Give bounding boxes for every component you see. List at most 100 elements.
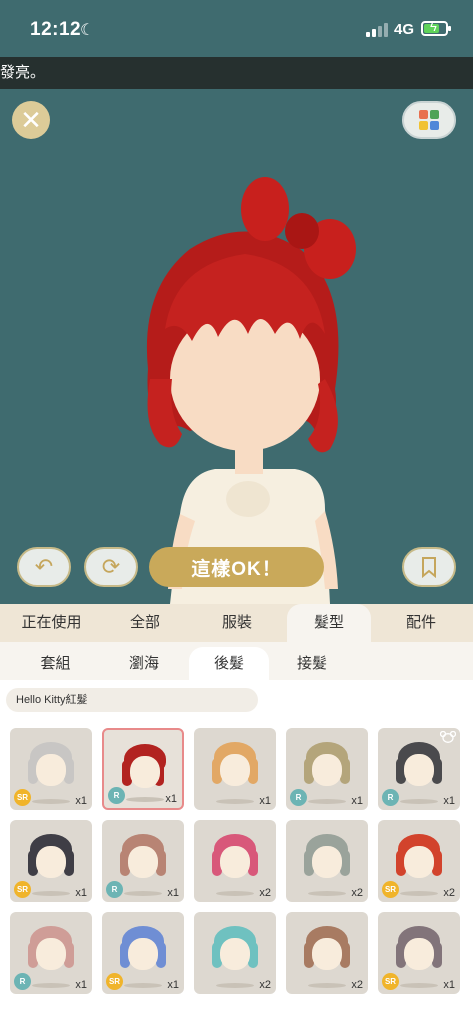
rarity-badge: R (290, 789, 307, 806)
mannequin-face (128, 846, 158, 878)
hair-item-card[interactable]: x2 (194, 820, 276, 902)
rarity-badge: R (108, 787, 125, 804)
close-button[interactable]: ✕ (12, 101, 50, 139)
item-quantity: x1 (75, 887, 87, 899)
item-quantity: x1 (75, 795, 87, 807)
hair-item-card[interactable]: SR x1 (102, 912, 184, 994)
bookmark-icon (422, 557, 436, 578)
tab-clothing[interactable]: 服裝 (191, 604, 283, 642)
network-type: 4G (394, 21, 415, 38)
avatar-bow-left (241, 177, 289, 241)
avatar-stage: ✕ ↶ ⟳ 這樣OK！ (0, 89, 473, 604)
hair-subtabs: 套組 瀏海 後髮 接髮 (0, 642, 473, 680)
banner-text: 發亮。 (0, 64, 46, 81)
mannequin-face (312, 938, 342, 970)
hair-item-card[interactable]: x2 (286, 912, 368, 994)
hair-item-card[interactable]: SR x2 (378, 820, 460, 902)
mannequin-face (312, 754, 342, 786)
mannequin-face (404, 754, 434, 786)
item-shadow (400, 983, 438, 988)
item-quantity: x1 (167, 979, 179, 991)
item-shadow (216, 799, 254, 804)
moon-icon: ☾ (80, 22, 95, 39)
item-shadow (308, 891, 346, 896)
hair-item-card[interactable]: x1 (194, 728, 276, 810)
rarity-badge: R (14, 973, 31, 990)
rarity-badge: SR (106, 973, 123, 990)
refresh-button[interactable]: ⟳ (84, 547, 138, 587)
tab-accessories[interactable]: 配件 (375, 604, 467, 642)
bear-icon (440, 731, 456, 743)
hair-item-card[interactable]: Rx1 (10, 912, 92, 994)
item-shadow (216, 983, 254, 988)
mannequin-face (220, 938, 250, 970)
rarity-badge: R (106, 881, 123, 898)
hair-item-card[interactable]: Rx1 (286, 728, 368, 810)
tab-in-use[interactable]: 正在使用 (4, 604, 99, 642)
palette-icon (419, 110, 439, 130)
hair-item-card[interactable]: Rx1 (378, 728, 460, 810)
hair-item-card[interactable]: SR x1 (10, 728, 92, 810)
avatar-bow-knot (285, 213, 319, 249)
hair-item-card[interactable]: SR x1 (378, 912, 460, 994)
tab-back-hair[interactable]: 後髮 (189, 647, 269, 680)
rarity-badge: R (382, 789, 399, 806)
item-quantity: x1 (259, 795, 271, 807)
item-shadow (126, 797, 164, 802)
avatar-figure (146, 177, 356, 604)
undo-button[interactable]: ↶ (17, 547, 71, 587)
battery-icon: ϟ (421, 19, 451, 36)
mannequin-face (36, 938, 66, 970)
category-tabs: 正在使用 全部 服裝 髮型 配件 (0, 604, 473, 642)
undo-icon: ↶ (34, 554, 54, 579)
rarity-badge: SR (382, 881, 399, 898)
hair-item-card[interactable]: Rx1 (102, 820, 184, 902)
bookmark-button[interactable] (402, 547, 456, 587)
hair-item-card[interactable]: SR x1 (10, 820, 92, 902)
tab-all[interactable]: 全部 (99, 604, 191, 642)
hair-item-card[interactable]: Rx1 (102, 728, 184, 810)
item-quantity: x2 (351, 887, 363, 899)
refresh-icon: ⟳ (101, 554, 121, 579)
item-quantity: x2 (259, 979, 271, 991)
confirm-button[interactable]: 這樣OK！ (149, 547, 324, 587)
item-quantity: x2 (443, 887, 455, 899)
tab-bangs[interactable]: 瀏海 (103, 647, 185, 680)
item-quantity: x2 (351, 979, 363, 991)
item-shadow (216, 891, 254, 896)
tab-hair-set[interactable]: 套組 (18, 647, 93, 680)
close-icon: ✕ (20, 104, 42, 135)
item-quantity: x2 (259, 887, 271, 899)
selected-item-name: Hello Kitty紅髮 (6, 688, 258, 712)
mannequin-face (36, 754, 66, 786)
mannequin-face (36, 846, 66, 878)
tab-hairstyle[interactable]: 髮型 (287, 604, 371, 642)
rarity-badge: SR (14, 881, 31, 898)
mannequin-face (220, 754, 250, 786)
item-quantity: x1 (443, 795, 455, 807)
item-shadow (32, 799, 70, 804)
item-shadow (308, 799, 346, 804)
status-bar: 12:12 ☾ 4G ϟ (0, 0, 473, 57)
color-palette-button[interactable] (402, 101, 456, 139)
status-time: 12:12 (30, 19, 82, 40)
item-panel: Hello Kitty紅髮 SR x1 Rx1 x1 Rx1 Rx1 SR x1 Rx1 x2 x2… (0, 680, 473, 1024)
mannequin-face (404, 846, 434, 878)
item-shadow (124, 891, 162, 896)
item-quantity: x1 (75, 979, 87, 991)
notification-banner: 發亮。 (0, 57, 473, 89)
item-shadow (32, 983, 70, 988)
rarity-badge: SR (382, 973, 399, 990)
mannequin-face (130, 756, 160, 788)
item-shadow (32, 891, 70, 896)
hair-item-card[interactable]: x2 (286, 820, 368, 902)
item-shadow (124, 983, 162, 988)
item-shadow (400, 799, 438, 804)
hair-item-card[interactable]: x2 (194, 912, 276, 994)
item-quantity: x1 (443, 979, 455, 991)
avatar-dress-bow (226, 481, 270, 517)
tab-hair-extension[interactable]: 接髮 (272, 647, 352, 680)
item-quantity: x1 (167, 887, 179, 899)
item-quantity: x1 (165, 793, 177, 805)
item-shadow (400, 891, 438, 896)
